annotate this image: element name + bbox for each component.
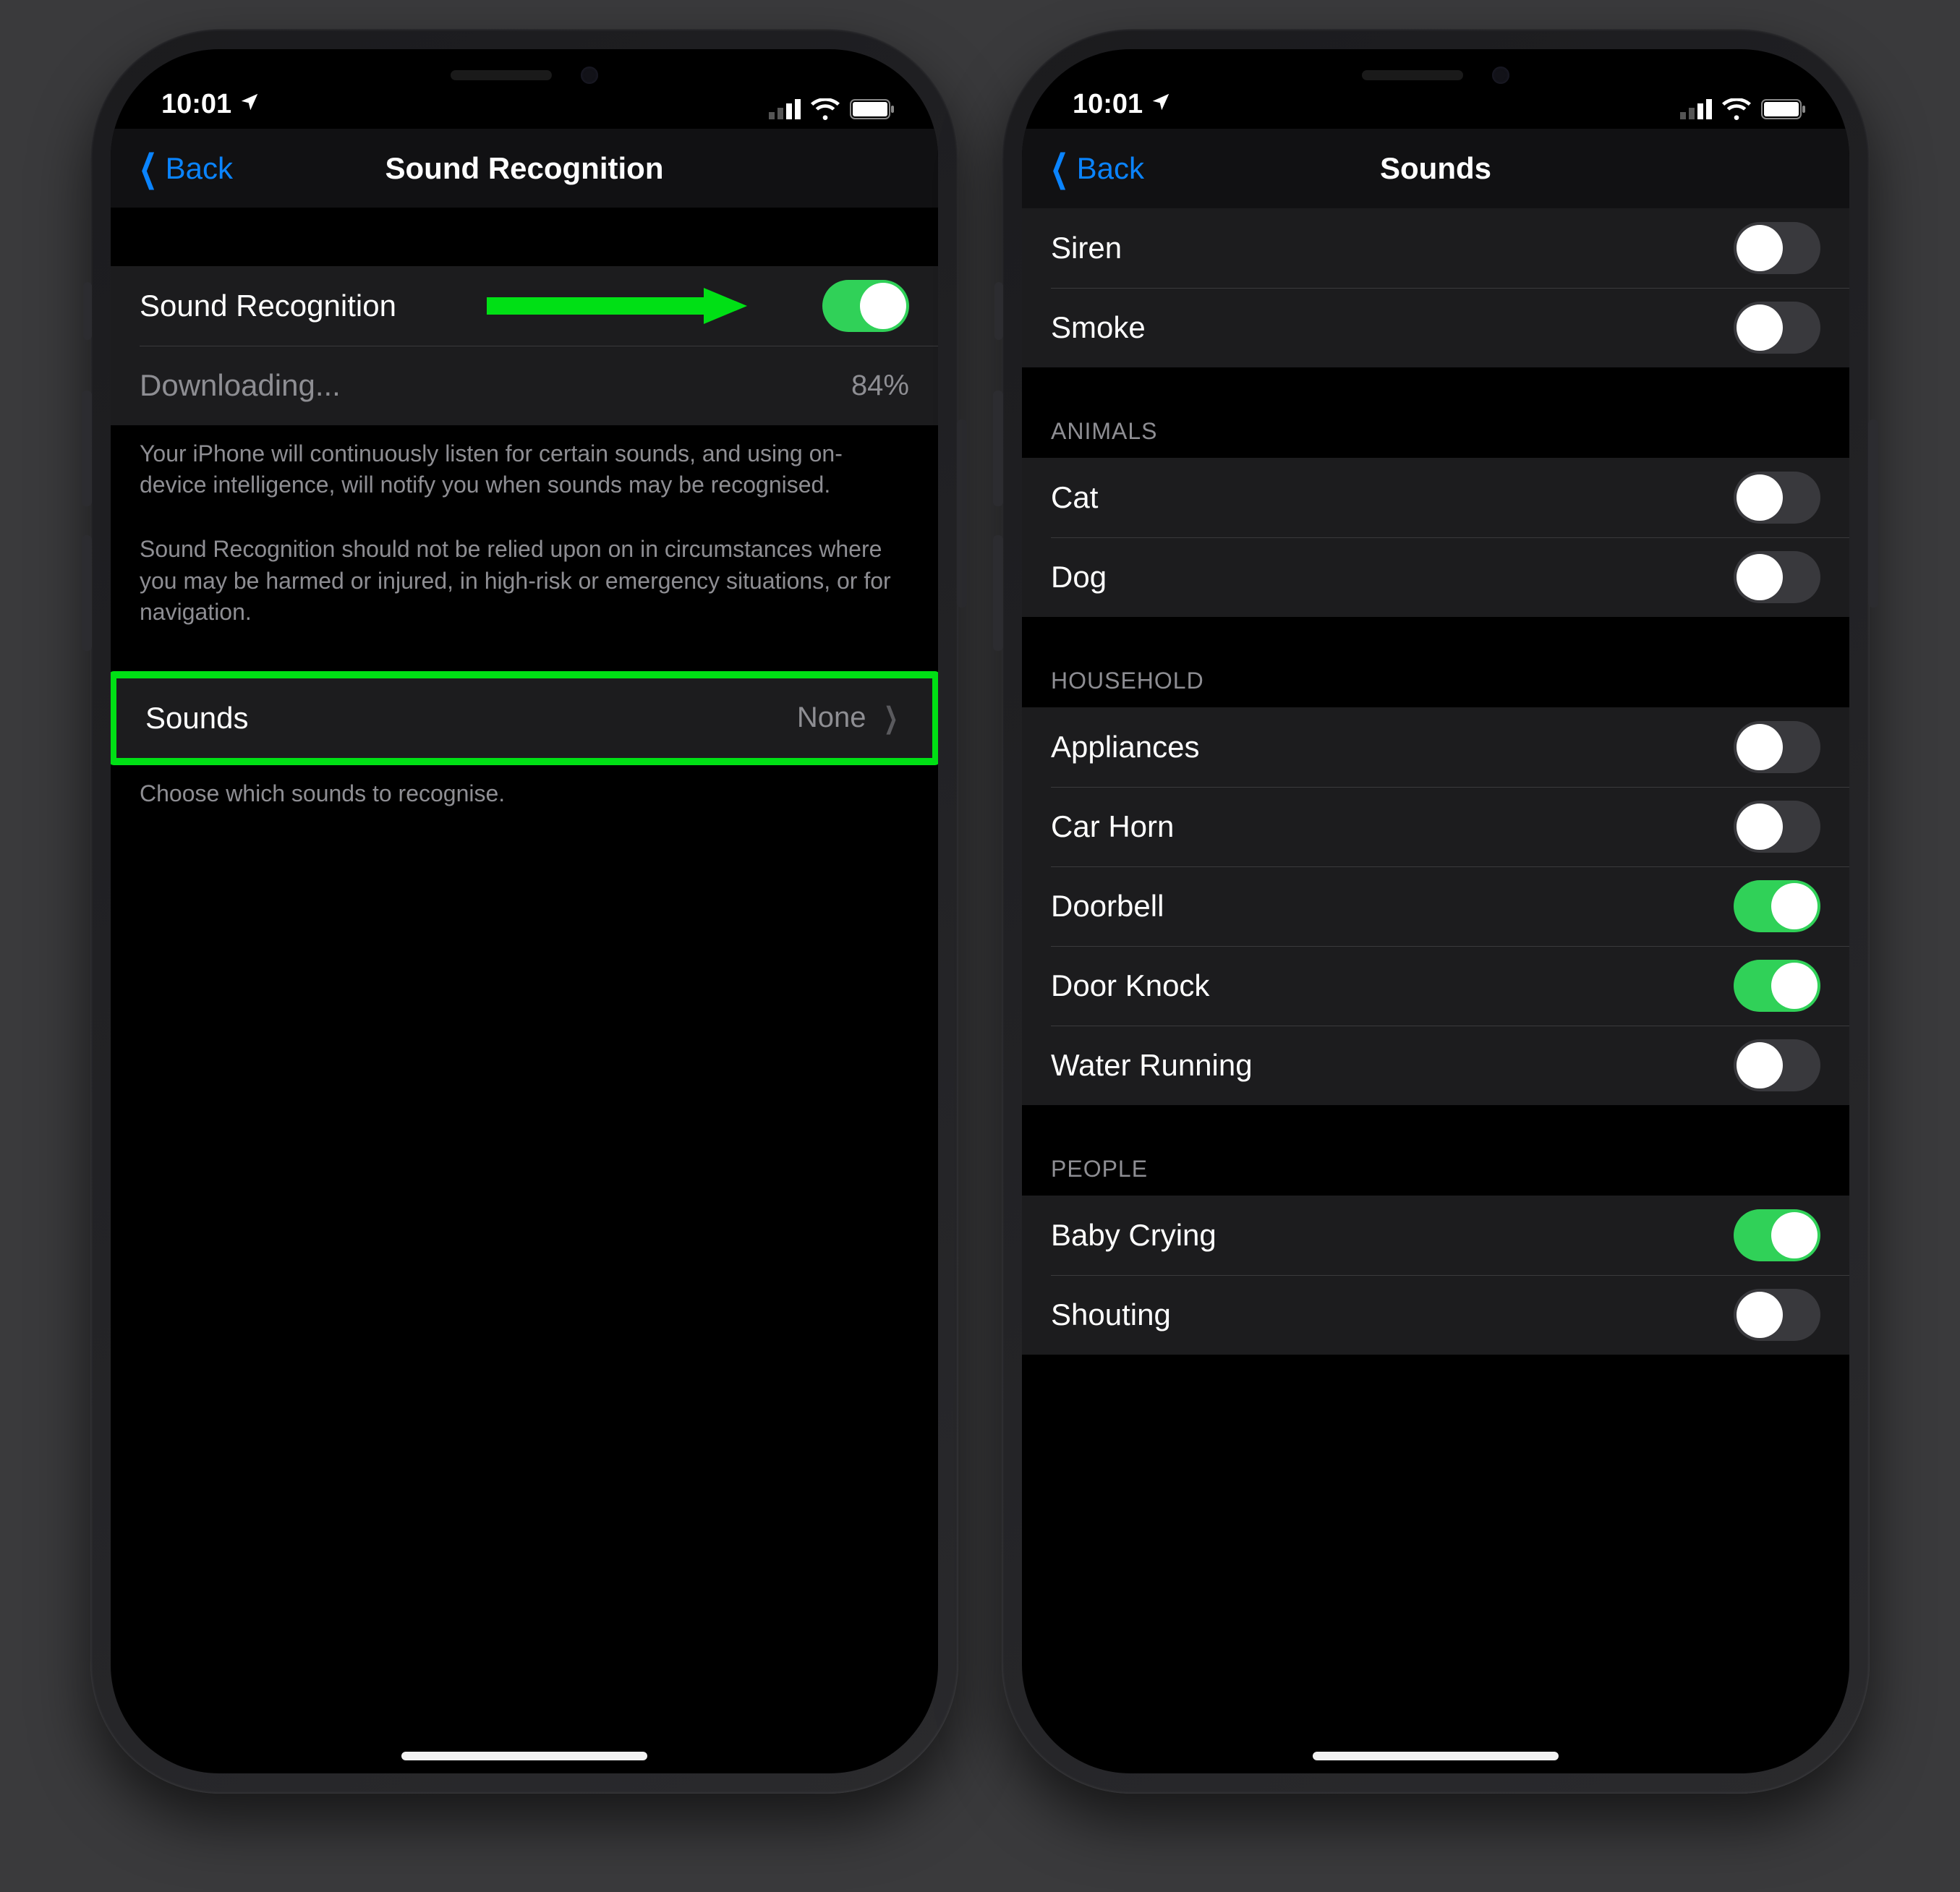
page-title: Sound Recognition xyxy=(111,151,938,186)
download-progress-row: Downloading... 84% xyxy=(111,346,938,425)
section-header-people: PEOPLE xyxy=(1022,1156,1849,1196)
sound-switch-water[interactable] xyxy=(1734,1039,1820,1091)
sound-row-cat[interactable]: Cat xyxy=(1022,458,1849,537)
section-header-household: HOUSEHOLD xyxy=(1022,668,1849,707)
sound-row-carhorn[interactable]: Car Horn xyxy=(1022,787,1849,866)
sound-label: Baby Crying xyxy=(1051,1218,1217,1253)
back-button[interactable]: ❮ Back xyxy=(132,147,233,190)
download-label: Downloading... xyxy=(140,368,341,403)
sounds-value: None xyxy=(797,702,866,734)
mute-switch[interactable] xyxy=(83,282,92,340)
sound-label: Smoke xyxy=(1051,310,1146,345)
location-icon xyxy=(1150,89,1172,120)
chevron-right-icon: ❯ xyxy=(884,702,898,735)
home-indicator[interactable] xyxy=(401,1752,647,1760)
volume-up[interactable] xyxy=(82,391,92,506)
back-label: Back xyxy=(166,151,233,186)
phone-right: 10:01 ❮ Back Sou xyxy=(1002,29,1870,1794)
notch xyxy=(336,49,712,101)
sound-switch-dog[interactable] xyxy=(1734,551,1820,603)
sounds-footer: Choose which sounds to recognise. xyxy=(111,765,938,809)
cellular-signal-icon xyxy=(769,99,801,119)
sound-label: Doorbell xyxy=(1051,889,1164,924)
sound-row-siren[interactable]: Siren xyxy=(1022,208,1849,288)
sound-label: Cat xyxy=(1051,480,1098,515)
sound-switch-smoke[interactable] xyxy=(1734,302,1820,354)
download-percent: 84% xyxy=(851,370,909,402)
status-time: 10:01 xyxy=(1073,89,1143,120)
sound-switch-siren[interactable] xyxy=(1734,222,1820,274)
battery-icon xyxy=(1761,99,1806,119)
volume-up[interactable] xyxy=(993,391,1003,506)
notch xyxy=(1248,49,1624,101)
location-icon xyxy=(239,89,260,120)
sound-recognition-switch[interactable] xyxy=(822,280,909,332)
sound-switch-cat[interactable] xyxy=(1734,472,1820,524)
page-title: Sounds xyxy=(1022,151,1849,186)
battery-icon xyxy=(850,99,895,119)
sound-switch-doorknock[interactable] xyxy=(1734,960,1820,1012)
sound-label: Water Running xyxy=(1051,1048,1253,1083)
wifi-icon xyxy=(1722,98,1751,120)
sound-row-shouting[interactable]: Shouting xyxy=(1022,1275,1849,1355)
sound-row-doorbell[interactable]: Doorbell xyxy=(1022,866,1849,946)
sound-recognition-toggle-row[interactable]: Sound Recognition xyxy=(111,266,938,346)
toggle-label: Sound Recognition xyxy=(140,289,396,323)
nav-bar: ❮ Back Sound Recognition xyxy=(111,129,938,208)
sound-row-babycrying[interactable]: Baby Crying xyxy=(1022,1196,1849,1275)
back-label: Back xyxy=(1077,151,1144,186)
sound-label: Siren xyxy=(1051,231,1122,265)
sound-label: Car Horn xyxy=(1051,809,1174,844)
sounds-row[interactable]: Sounds None ❯ xyxy=(116,678,932,758)
sound-switch-carhorn[interactable] xyxy=(1734,801,1820,853)
phone-left: 10:01 ❮ Back Sou xyxy=(90,29,958,1794)
chevron-left-icon: ❮ xyxy=(1050,147,1069,190)
sound-switch-appliances[interactable] xyxy=(1734,721,1820,773)
sound-label: Shouting xyxy=(1051,1297,1171,1332)
back-button[interactable]: ❮ Back xyxy=(1044,147,1144,190)
sound-label: Door Knock xyxy=(1051,968,1209,1003)
sounds-label: Sounds xyxy=(145,701,248,736)
sound-label: Appliances xyxy=(1051,730,1199,764)
footer-text-2: Sound Recognition should not be relied u… xyxy=(111,521,938,628)
section-header-animals: ANIMALS xyxy=(1022,418,1849,458)
sound-row-appliances[interactable]: Appliances xyxy=(1022,707,1849,787)
sound-label: Dog xyxy=(1051,560,1107,595)
mute-switch[interactable] xyxy=(994,282,1003,340)
annotation-arrow xyxy=(487,288,747,324)
annotation-highlight: Sounds None ❯ xyxy=(111,671,938,765)
power-button[interactable] xyxy=(1868,419,1878,608)
power-button[interactable] xyxy=(957,419,967,608)
chevron-left-icon: ❮ xyxy=(139,147,158,190)
home-indicator[interactable] xyxy=(1313,1752,1559,1760)
footer-text-1: Your iPhone will continuously listen for… xyxy=(111,425,938,500)
nav-bar: ❮ Back Sounds xyxy=(1022,129,1849,208)
cellular-signal-icon xyxy=(1680,99,1712,119)
volume-down[interactable] xyxy=(993,535,1003,651)
sound-row-dog[interactable]: Dog xyxy=(1022,537,1849,617)
sound-row-smoke[interactable]: Smoke xyxy=(1022,288,1849,367)
sound-switch-babycrying[interactable] xyxy=(1734,1209,1820,1261)
sound-switch-shouting[interactable] xyxy=(1734,1289,1820,1341)
sound-row-doorknock[interactable]: Door Knock xyxy=(1022,946,1849,1026)
volume-down[interactable] xyxy=(82,535,92,651)
wifi-icon xyxy=(811,98,840,120)
sound-switch-doorbell[interactable] xyxy=(1734,880,1820,932)
status-time: 10:01 xyxy=(161,89,231,120)
sound-row-water[interactable]: Water Running xyxy=(1022,1026,1849,1105)
